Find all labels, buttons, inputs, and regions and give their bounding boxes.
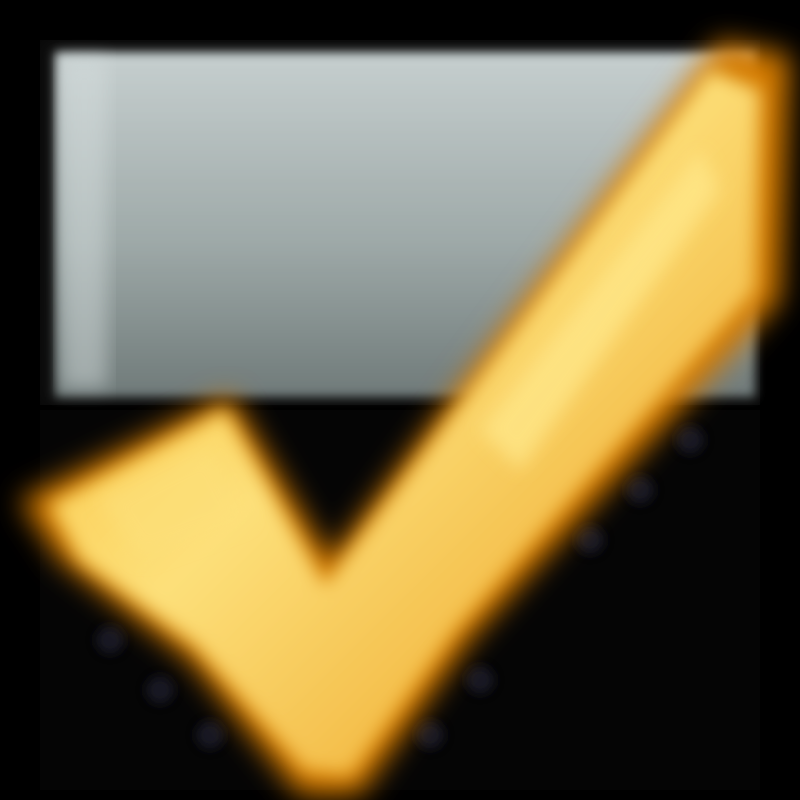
checked-box-icon [20, 40, 790, 795]
icon-canvas [0, 0, 800, 800]
